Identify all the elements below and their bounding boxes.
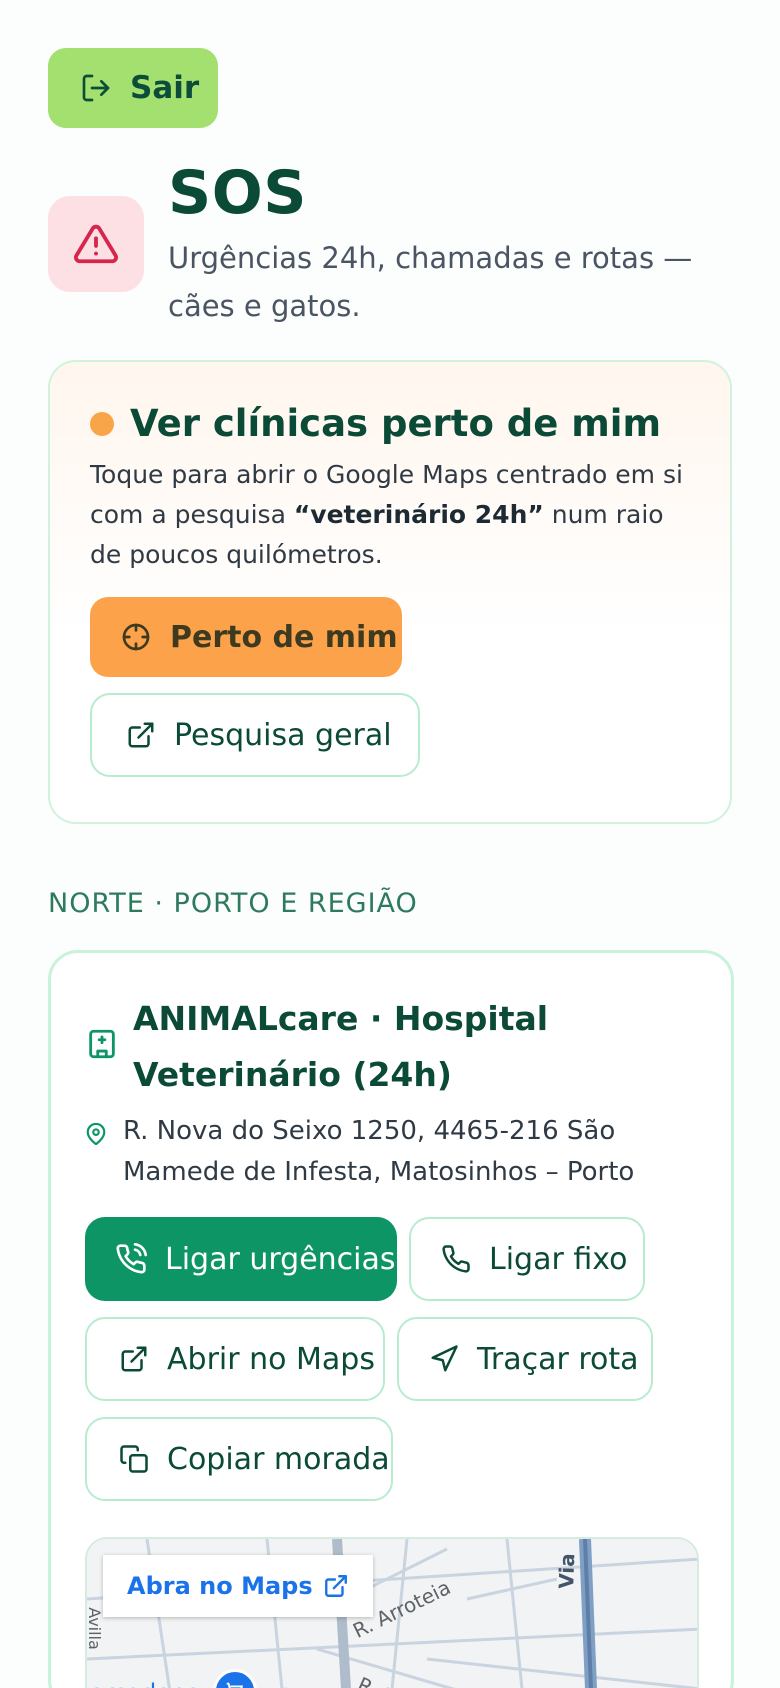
nearby-clinics-card: Ver clínicas perto de mim Toque para abr… xyxy=(48,360,732,824)
status-dot-icon xyxy=(90,411,114,436)
exit-button[interactable]: Sair xyxy=(48,48,218,128)
page-subtitle: Urgências 24h, chamadas e rotas — cães e… xyxy=(168,241,693,323)
hospital-icon xyxy=(89,1029,115,1059)
alert-badge xyxy=(48,196,144,292)
clinic-address: R. Nova do Seixo 1250, 4465-216 São Mame… xyxy=(85,1111,683,1193)
navigation-icon xyxy=(431,1345,458,1372)
map-preview[interactable]: Abra no Maps R. Arroteia R. Monte Via Av… xyxy=(85,1537,699,1688)
open-in-maps-chip[interactable]: Abra no Maps xyxy=(103,1555,373,1617)
near-me-button[interactable]: Perto de mim xyxy=(90,597,402,677)
map-side-label: Avilla xyxy=(85,1607,104,1650)
crosshair-icon xyxy=(122,623,150,651)
sos-page: Sair SOS Urgências 24h, chamadas e rotas… xyxy=(0,0,780,1688)
call-emergency-button[interactable]: Ligar urgências xyxy=(85,1217,397,1301)
cart-icon xyxy=(226,1682,244,1688)
nearby-header: Ver clínicas perto de mim xyxy=(90,402,690,445)
call-landline-button[interactable]: Ligar fixo xyxy=(409,1217,645,1301)
call-emergency-label: Ligar urgências xyxy=(165,1241,396,1277)
route-label: Traçar rota xyxy=(477,1341,639,1377)
map-poi-label: ercadona xyxy=(89,1679,201,1688)
open-maps-label: Abrir no Maps xyxy=(167,1341,375,1377)
clinic-header: ANIMALcare · Hospital Veterinário (24h) xyxy=(85,991,693,1103)
clinic-card: ANIMALcare · Hospital Veterinário (24h) … xyxy=(48,950,734,1688)
map-road-label: Via xyxy=(554,1552,580,1590)
exit-label: Sair xyxy=(130,70,200,106)
route-button[interactable]: Traçar rota xyxy=(397,1317,653,1401)
map-pin-icon xyxy=(86,1123,106,1145)
nearby-desc-query: “veterinário 24h” xyxy=(293,500,544,529)
external-link-icon xyxy=(324,1575,347,1597)
page-title: SOS xyxy=(168,158,307,228)
open-maps-button[interactable]: Abrir no Maps xyxy=(85,1317,385,1401)
open-in-maps-label: Abra no Maps xyxy=(127,1572,313,1600)
external-link-icon xyxy=(128,722,154,748)
region-heading: NORTE · PORTO E REGIÃO xyxy=(48,888,418,919)
clinic-name: ANIMALcare · Hospital Veterinário (24h) xyxy=(133,999,549,1094)
nearby-description: Toque para abrir o Google Maps centrado … xyxy=(90,455,696,575)
phone-icon xyxy=(442,1245,470,1273)
call-landline-label: Ligar fixo xyxy=(489,1241,628,1277)
nearby-title: Ver clínicas perto de mim xyxy=(130,402,662,445)
near-me-label: Perto de mim xyxy=(170,619,398,655)
general-search-label: Pesquisa geral xyxy=(174,717,392,753)
general-search-button[interactable]: Pesquisa geral xyxy=(90,693,420,777)
copy-address-label: Copiar morada xyxy=(167,1441,390,1477)
warning-icon xyxy=(74,224,118,264)
copy-icon xyxy=(120,1445,148,1473)
address-text: R. Nova do Seixo 1250, 4465-216 São Mame… xyxy=(123,1116,635,1187)
external-link-icon xyxy=(121,1346,147,1372)
copy-address-button[interactable]: Copiar morada xyxy=(85,1417,393,1501)
logout-icon xyxy=(82,74,110,102)
phone-call-icon xyxy=(116,1243,147,1274)
